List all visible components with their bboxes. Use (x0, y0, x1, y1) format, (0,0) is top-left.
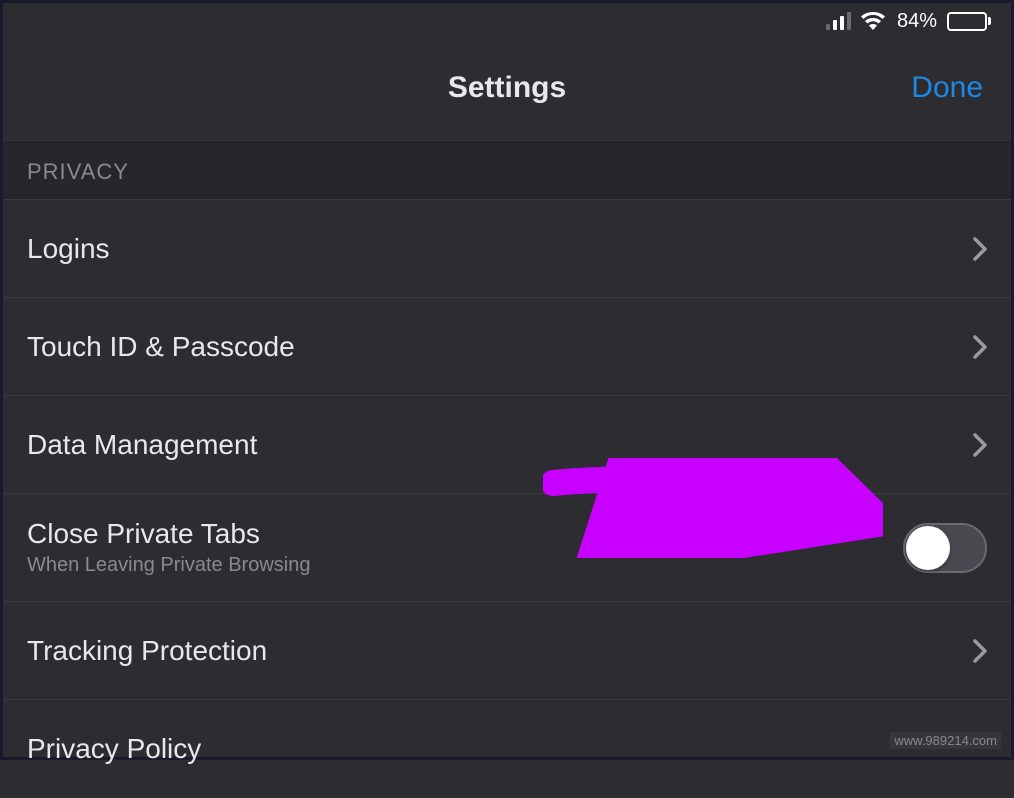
close-private-tabs-toggle[interactable] (903, 523, 987, 573)
cellular-signal-icon (826, 12, 851, 30)
row-label: Data Management (27, 429, 257, 461)
row-subtitle: When Leaving Private Browsing (27, 554, 310, 577)
row-tracking-protection[interactable]: Tracking Protection (3, 602, 1011, 700)
wifi-icon (861, 12, 885, 30)
row-logins[interactable]: Logins (3, 200, 1011, 298)
row-data-management[interactable]: Data Management (3, 396, 1011, 494)
chevron-right-icon (973, 639, 987, 663)
nav-bar: Settings Done (3, 33, 1011, 143)
row-label: Close Private Tabs (27, 518, 310, 550)
section-header-privacy: PRIVACY (3, 143, 1011, 200)
battery-icon (947, 12, 991, 31)
chevron-right-icon (973, 433, 987, 457)
row-touch-id-passcode[interactable]: Touch ID & Passcode (3, 298, 1011, 396)
chevron-right-icon (973, 237, 987, 261)
row-label: Logins (27, 233, 110, 265)
row-close-private-tabs[interactable]: Close Private Tabs When Leaving Private … (3, 494, 1011, 602)
done-button[interactable]: Done (911, 71, 983, 105)
row-label: Privacy Policy (27, 733, 201, 765)
row-label: Tracking Protection (27, 635, 267, 667)
chevron-right-icon (973, 335, 987, 359)
row-label: Touch ID & Passcode (27, 331, 295, 363)
status-bar: 84% (3, 3, 1011, 33)
toggle-knob (906, 526, 950, 570)
row-privacy-policy[interactable]: Privacy Policy (3, 700, 1011, 798)
watermark: www.989214.com (890, 732, 1001, 749)
page-title: Settings (448, 71, 566, 105)
battery-percent: 84% (897, 10, 937, 33)
